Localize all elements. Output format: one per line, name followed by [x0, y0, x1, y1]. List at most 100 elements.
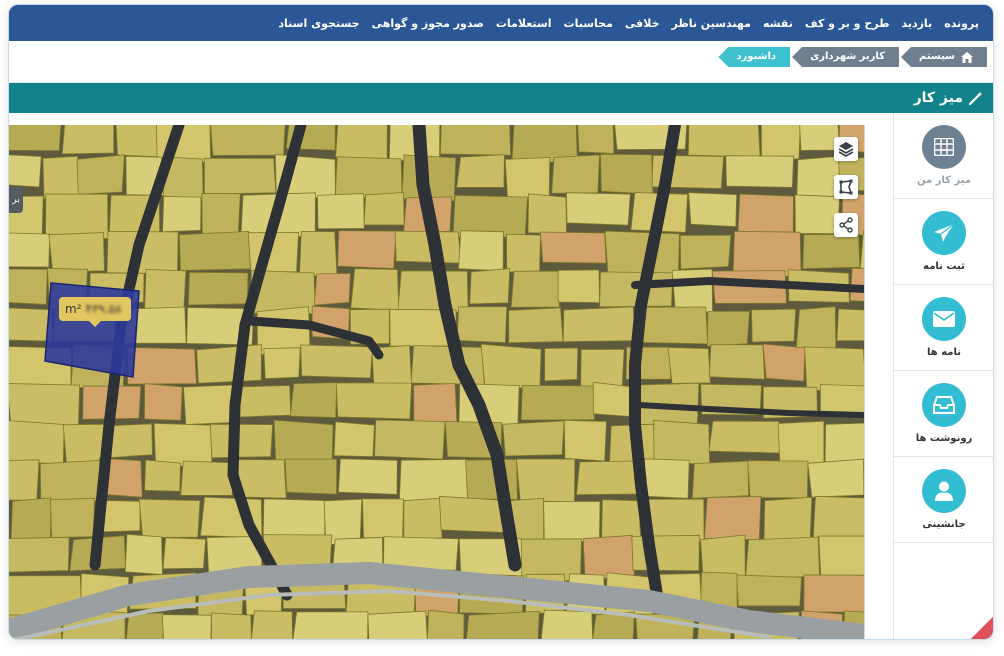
land-parcel[interactable] — [795, 306, 837, 349]
land-parcel[interactable] — [50, 497, 96, 538]
land-parcel[interactable] — [9, 307, 54, 342]
land-parcel[interactable] — [299, 231, 338, 278]
land-parcel[interactable] — [374, 419, 446, 460]
land-parcel[interactable] — [480, 343, 542, 390]
land-parcel[interactable] — [506, 233, 541, 273]
land-parcel[interactable] — [539, 231, 607, 264]
land-parcel[interactable] — [601, 499, 642, 540]
land-parcel[interactable] — [9, 268, 48, 305]
land-parcel[interactable] — [263, 347, 301, 380]
sidebar-item-letters[interactable]: نامه ها — [894, 285, 993, 371]
land-parcel[interactable] — [704, 496, 762, 541]
land-parcel[interactable] — [563, 419, 607, 462]
land-parcel[interactable] — [691, 460, 749, 499]
land-parcel[interactable] — [562, 306, 636, 343]
land-parcel[interactable] — [466, 610, 540, 640]
land-parcel[interactable] — [777, 420, 825, 467]
land-parcel[interactable] — [504, 157, 551, 201]
land-parcel[interactable] — [551, 154, 600, 194]
land-parcel[interactable] — [687, 125, 761, 158]
land-parcel[interactable] — [289, 382, 338, 418]
land-parcel[interactable] — [107, 423, 153, 459]
land-parcel[interactable] — [162, 537, 207, 570]
land-parcel[interactable] — [515, 458, 576, 503]
land-parcel[interactable] — [201, 193, 241, 238]
land-parcel[interactable] — [162, 196, 202, 233]
land-parcel[interactable] — [745, 536, 820, 580]
land-parcel[interactable] — [631, 534, 700, 572]
nav-tarh[interactable]: طرح و بر و کف — [799, 17, 896, 30]
land-parcel[interactable] — [196, 344, 262, 384]
layers-button[interactable] — [834, 137, 858, 161]
land-parcel[interactable] — [807, 458, 864, 498]
land-parcel[interactable] — [45, 193, 109, 239]
sidebar-item-copies[interactable]: رونوشت ها — [894, 371, 993, 457]
breadcrumb-system[interactable]: سیستم — [900, 47, 987, 67]
land-parcel[interactable] — [576, 460, 643, 496]
land-parcel[interactable] — [42, 155, 81, 200]
land-parcel[interactable] — [335, 382, 412, 420]
land-parcel[interactable] — [760, 125, 801, 161]
land-parcel[interactable] — [762, 343, 806, 382]
land-parcel[interactable] — [725, 155, 795, 188]
land-parcel[interactable] — [737, 193, 794, 238]
land-parcel[interactable] — [469, 268, 511, 305]
nav-jostoju[interactable]: جستجوی اسناد — [272, 17, 365, 30]
land-parcel[interactable] — [508, 307, 564, 344]
land-parcel[interactable] — [688, 192, 738, 228]
land-parcel[interactable] — [251, 610, 293, 640]
land-parcel[interactable] — [9, 232, 51, 268]
land-parcel[interactable] — [161, 614, 212, 640]
land-parcel[interactable] — [127, 346, 197, 385]
land-parcel[interactable] — [397, 270, 469, 313]
land-parcel[interactable] — [707, 310, 751, 347]
aerial-parcel-map[interactable] — [9, 125, 865, 640]
nav-khalafi[interactable]: خلافی — [619, 17, 666, 30]
land-parcel[interactable] — [456, 154, 505, 188]
nav-naghshe[interactable]: نقشه — [757, 17, 799, 30]
land-parcel[interactable] — [76, 154, 125, 195]
land-parcel[interactable] — [153, 422, 213, 467]
land-parcel[interactable] — [203, 157, 277, 195]
land-parcel[interactable] — [520, 384, 595, 421]
land-parcel[interactable] — [439, 125, 512, 156]
land-parcel[interactable] — [747, 460, 809, 499]
land-parcel[interactable] — [403, 497, 443, 541]
land-parcel[interactable] — [9, 383, 81, 426]
land-parcel[interactable] — [300, 344, 374, 379]
land-parcel[interactable] — [544, 347, 579, 382]
land-parcel[interactable] — [180, 460, 234, 496]
land-parcel[interactable] — [582, 534, 635, 580]
land-parcel[interactable] — [361, 498, 404, 539]
land-parcel[interactable] — [211, 612, 252, 640]
land-parcel[interactable] — [859, 230, 865, 274]
sidebar-item-substitution[interactable]: جانشینی — [894, 457, 993, 543]
land-parcel[interactable] — [736, 574, 802, 607]
land-parcel[interactable] — [600, 153, 654, 195]
breadcrumb-municipal-user[interactable]: کاربر شهرداری — [792, 47, 899, 67]
land-parcel[interactable] — [527, 193, 567, 235]
land-parcel[interactable] — [502, 420, 565, 457]
sidebar-item-my-desk[interactable]: میز کار من — [894, 113, 993, 199]
land-parcel[interactable] — [510, 270, 560, 308]
land-parcel[interactable] — [367, 610, 428, 640]
nav-parvandeh[interactable]: پرونده — [938, 17, 985, 30]
land-parcel[interactable] — [337, 230, 397, 269]
map-view[interactable]: m² ۴۳۹.۵۸ بر — [9, 125, 865, 640]
nav-bazdid[interactable]: بازدید — [895, 17, 938, 30]
land-parcel[interactable] — [350, 268, 400, 311]
land-parcel[interactable] — [410, 345, 485, 385]
land-parcel[interactable] — [210, 125, 286, 156]
land-parcel[interactable] — [679, 234, 732, 270]
land-parcel[interactable] — [9, 536, 70, 573]
land-parcel[interactable] — [427, 609, 465, 640]
land-parcel[interactable] — [39, 459, 102, 504]
land-parcel[interactable] — [667, 347, 711, 384]
land-parcel[interactable] — [313, 272, 351, 306]
land-parcel[interactable] — [115, 125, 159, 158]
land-parcel[interactable] — [671, 268, 713, 314]
land-parcel[interactable] — [566, 192, 631, 226]
land-parcel[interactable] — [794, 194, 841, 235]
land-parcel[interactable] — [708, 344, 765, 380]
land-parcel[interactable] — [438, 495, 508, 534]
